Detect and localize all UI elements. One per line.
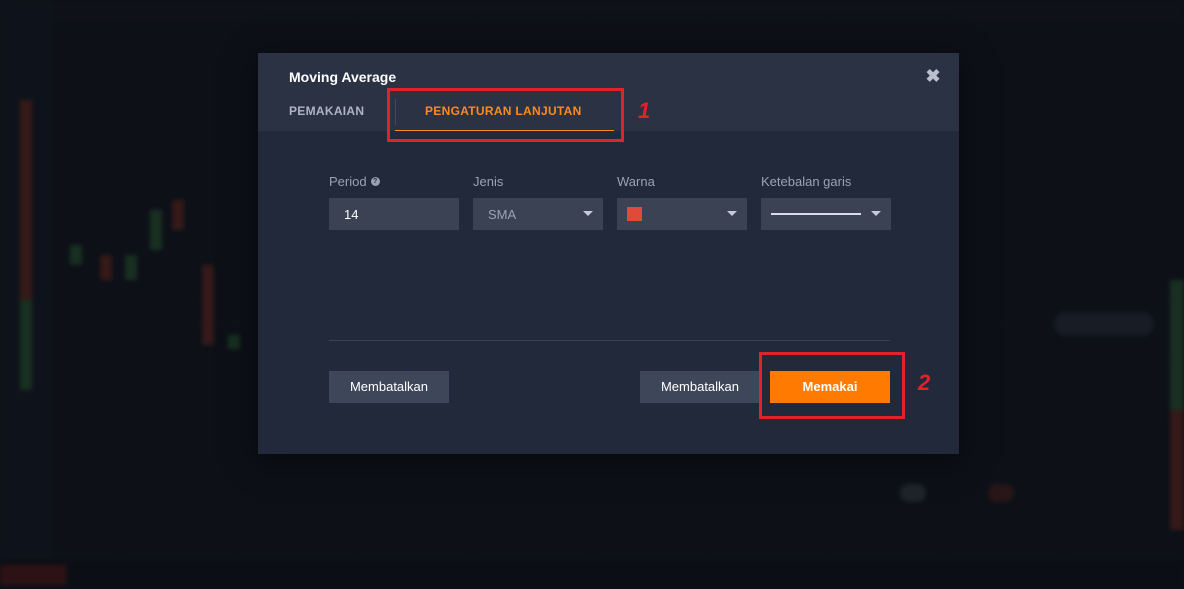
color-swatch <box>627 207 642 221</box>
cancel-button[interactable]: Membatalkan <box>640 371 760 403</box>
color-label: Warna <box>617 174 655 189</box>
close-icon[interactable]: ✖ <box>925 67 941 85</box>
line-width-select[interactable] <box>761 198 891 230</box>
type-label: Jenis <box>473 174 504 189</box>
type-select[interactable]: SMA <box>473 198 603 230</box>
period-label: Period? <box>329 174 380 189</box>
annotation-number-1: 1 <box>638 98 651 123</box>
help-icon[interactable]: ? <box>370 177 380 186</box>
type-value: SMA <box>488 207 517 222</box>
chevron-down-icon <box>583 211 593 216</box>
tab-usage[interactable]: PEMAKAIAN <box>289 104 364 118</box>
period-value: 14 <box>344 207 359 222</box>
chevron-down-icon <box>871 211 881 216</box>
annotation-box-1 <box>387 88 624 142</box>
cancel-button-left[interactable]: Membatalkan <box>329 371 449 403</box>
period-label-text: Period <box>329 174 367 189</box>
dialog-divider <box>329 340 890 341</box>
chevron-down-icon <box>727 211 737 216</box>
line-width-label: Ketebalan garis <box>761 174 852 189</box>
line-width-sample <box>771 213 861 215</box>
annotation-number-2: 2 <box>918 370 931 395</box>
color-select[interactable] <box>617 198 747 230</box>
period-input[interactable]: 14 <box>329 198 459 230</box>
dialog-title: Moving Average <box>289 69 397 85</box>
annotation-box-2 <box>759 352 905 419</box>
